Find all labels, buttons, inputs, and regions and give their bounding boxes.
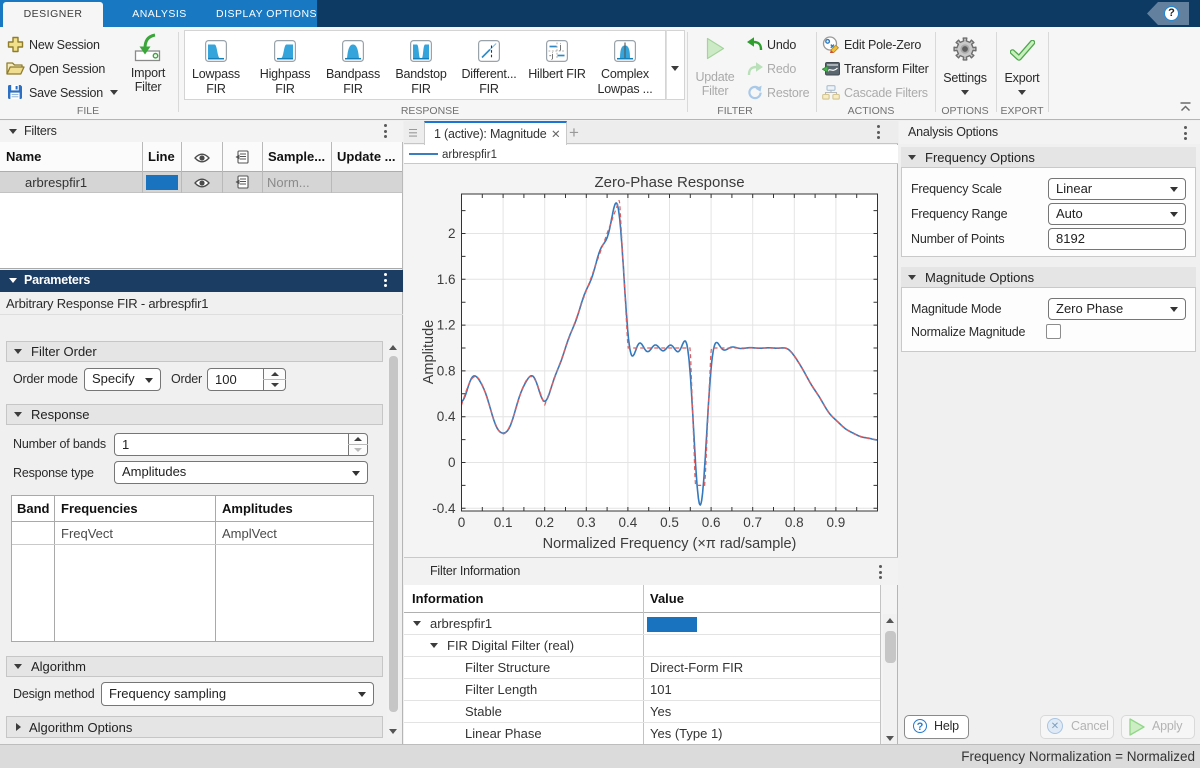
svg-text:1.2: 1.2 xyxy=(437,318,456,333)
svg-text:0.4: 0.4 xyxy=(437,409,456,424)
svg-text:0.5: 0.5 xyxy=(660,515,679,530)
svg-text:1.6: 1.6 xyxy=(437,272,456,287)
svg-text:0.8: 0.8 xyxy=(785,515,804,530)
svg-text:0: 0 xyxy=(448,455,456,470)
svg-text:-0.4: -0.4 xyxy=(432,501,456,516)
svg-text:Normalized Frequency (×π rad/s: Normalized Frequency (×π rad/sample) xyxy=(543,536,797,552)
svg-text:0.6: 0.6 xyxy=(702,515,721,530)
svg-text:2: 2 xyxy=(448,226,456,241)
svg-text:0.9: 0.9 xyxy=(827,515,846,530)
svg-text:0.7: 0.7 xyxy=(743,515,762,530)
svg-text:0.2: 0.2 xyxy=(535,515,554,530)
svg-text:j: j xyxy=(559,42,562,51)
svg-text:Zero-Phase Response: Zero-Phase Response xyxy=(594,174,744,191)
svg-text:0: 0 xyxy=(458,515,466,530)
svg-text:Amplitude: Amplitude xyxy=(421,320,437,384)
svg-text:0.3: 0.3 xyxy=(577,515,596,530)
svg-text:-j: -j xyxy=(549,51,553,60)
svg-text:0.4: 0.4 xyxy=(619,515,638,530)
svg-text:0.1: 0.1 xyxy=(494,515,513,530)
svg-text:0.8: 0.8 xyxy=(437,363,456,378)
